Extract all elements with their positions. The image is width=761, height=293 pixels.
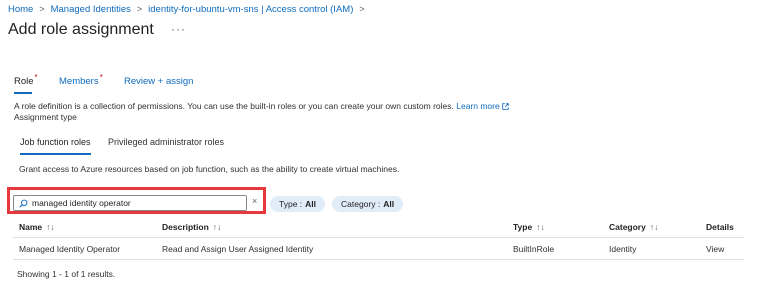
type-filter-pill[interactable]: Type : All bbox=[270, 196, 326, 212]
chevron-right-icon: > bbox=[39, 4, 45, 14]
learn-more-link[interactable]: Learn more bbox=[456, 101, 509, 111]
chevron-right-icon: > bbox=[136, 4, 143, 14]
required-indicator: * bbox=[34, 73, 38, 82]
results-count: Showing 1 - 1 of 1 results. bbox=[17, 269, 116, 279]
grant-access-text: Grant access to Azure resources based on… bbox=[19, 164, 400, 174]
more-options-icon[interactable]: ··· bbox=[171, 22, 186, 36]
table-row-divider bbox=[13, 259, 744, 260]
column-header-description[interactable]: Description ↑↓ bbox=[162, 222, 221, 232]
column-header-type[interactable]: Type ↑↓ bbox=[513, 222, 545, 232]
tab-members[interactable]: Members* bbox=[59, 73, 103, 94]
breadcrumb-managed-identities[interactable]: Managed Identities bbox=[51, 4, 131, 15]
type-filter-value: All bbox=[305, 199, 317, 209]
clear-search-icon[interactable]: × bbox=[252, 196, 257, 206]
sort-icon: ↑↓ bbox=[649, 222, 659, 232]
external-link-icon bbox=[502, 103, 509, 110]
sort-icon: ↑↓ bbox=[536, 222, 545, 232]
role-description-cell: Read and Assign User Assigned Identity bbox=[162, 244, 314, 254]
column-header-name[interactable]: Name ↑↓ bbox=[19, 222, 55, 232]
category-filter-label: Category : bbox=[341, 199, 381, 209]
search-input[interactable] bbox=[32, 198, 232, 208]
tab-job-function-roles[interactable]: Job function roles bbox=[20, 137, 91, 155]
role-definition-description: A role definition is a collection of per… bbox=[14, 101, 509, 111]
required-indicator: * bbox=[99, 73, 103, 82]
breadcrumb-access-control[interactable]: identity-for-ubuntu-vm-sns | Access cont… bbox=[148, 4, 353, 15]
tab-review-assign[interactable]: Review + assign bbox=[124, 76, 193, 94]
search-box[interactable] bbox=[13, 195, 247, 211]
assignment-type-label: Assignment type bbox=[14, 112, 77, 122]
tab-members-label: Members bbox=[59, 76, 99, 87]
tab-role-label: Role bbox=[14, 76, 34, 87]
role-name-cell: Managed Identity Operator bbox=[19, 244, 121, 254]
sort-icon: ↑↓ bbox=[46, 222, 55, 232]
column-header-category[interactable]: Category ↑↓ bbox=[609, 222, 658, 232]
tab-role[interactable]: Role* bbox=[14, 73, 38, 94]
category-filter-pill[interactable]: Category : All bbox=[332, 196, 404, 212]
type-filter-label: Type : bbox=[279, 199, 303, 209]
column-header-details: Details bbox=[706, 222, 734, 232]
tab-privileged-administrator-roles[interactable]: Privileged administrator roles bbox=[108, 137, 224, 155]
breadcrumb: Home > Managed Identities > identity-for… bbox=[8, 3, 371, 15]
chevron-right-icon: > bbox=[359, 4, 365, 14]
breadcrumb-home[interactable]: Home bbox=[8, 4, 33, 15]
tab-review-assign-label: Review + assign bbox=[124, 76, 194, 87]
sort-icon: ↑↓ bbox=[212, 222, 222, 232]
role-category-cell: Identity bbox=[609, 244, 637, 254]
role-definition-text: A role definition is a collection of per… bbox=[14, 101, 454, 111]
view-details-link[interactable]: View bbox=[706, 244, 724, 254]
page-title: Add role assignment bbox=[8, 21, 154, 38]
search-icon bbox=[19, 199, 28, 208]
category-filter-value: All bbox=[383, 199, 395, 209]
role-type-cell: BuiltInRole bbox=[513, 244, 555, 254]
